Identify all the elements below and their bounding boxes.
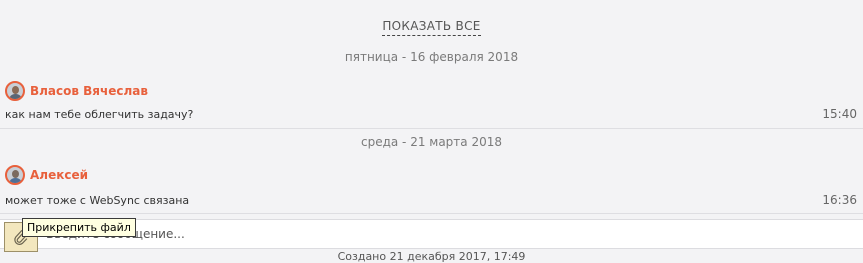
message-author: Власов Вячеслав [5, 79, 148, 103]
date-separator: среда - 21 марта 2018 [360, 135, 502, 149]
message-text: может тоже с WebSync связана [5, 194, 190, 207]
message-author: Алексей [5, 163, 88, 187]
author-name[interactable]: Алексей [30, 168, 88, 182]
show-all-link[interactable]: ПОКАЗАТЬ ВСЕ [382, 19, 481, 36]
message-divider [0, 128, 863, 129]
avatar[interactable] [5, 165, 25, 185]
message-divider [0, 213, 863, 214]
message-text: как нам тебе облегчить задачу? [5, 108, 194, 121]
message-time: 15:40 [822, 107, 857, 121]
avatar[interactable] [5, 81, 25, 101]
author-name[interactable]: Власов Вячеслав [30, 84, 148, 98]
message-time: 16:36 [822, 193, 857, 207]
message-input[interactable] [46, 224, 846, 244]
date-separator: пятница - 16 февраля 2018 [344, 50, 519, 64]
attach-file-tooltip: Прикрепить файл [22, 218, 136, 237]
created-info: Создано 21 декабря 2017, 17:49 [337, 250, 526, 263]
show-all-row: ПОКАЗАТЬ ВСЕ [0, 15, 863, 36]
